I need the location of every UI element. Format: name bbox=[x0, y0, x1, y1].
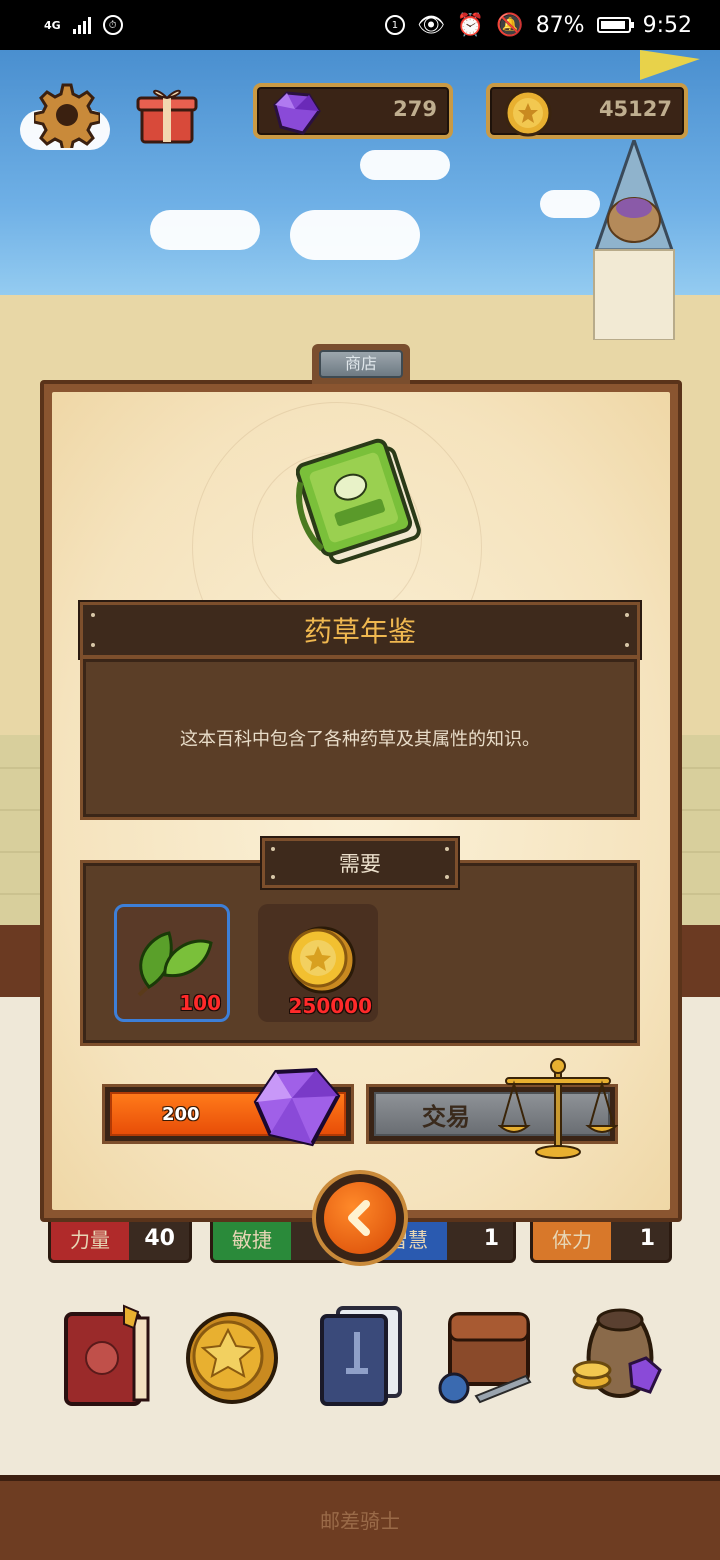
stat-value: 1 bbox=[639, 1226, 655, 1251]
back-button[interactable] bbox=[312, 1170, 408, 1266]
rivet bbox=[625, 643, 629, 647]
rivet bbox=[91, 613, 95, 617]
battery-percent: 87% bbox=[535, 12, 585, 38]
purple-gem-icon bbox=[273, 91, 321, 135]
item-description-box: 这本百科中包含了各种药草及其属性的知识。 bbox=[80, 656, 640, 820]
clock: 9:52 bbox=[642, 12, 692, 38]
coin-amount: 45127 bbox=[598, 97, 672, 121]
cloud bbox=[360, 150, 450, 180]
treasure-bag-icon bbox=[572, 1308, 662, 1399]
game-title: 邮差骑士 bbox=[320, 1509, 400, 1533]
requirement-quantity: 250000 bbox=[288, 994, 373, 1018]
settings-gear-icon[interactable] bbox=[32, 80, 102, 150]
requirement-gold[interactable]: 250000 bbox=[258, 904, 378, 1022]
requirement-herb[interactable]: 100 bbox=[114, 904, 230, 1022]
red-book-icon bbox=[64, 1304, 150, 1406]
gem-price: 200 bbox=[162, 1103, 200, 1125]
item-name: 药草年鉴 bbox=[303, 615, 416, 648]
cloud bbox=[290, 210, 420, 260]
alarm-icon: ⏰ bbox=[456, 12, 485, 38]
gem-amount: 279 bbox=[393, 97, 437, 121]
battery-icon bbox=[596, 17, 634, 33]
nav-inventory[interactable] bbox=[436, 1300, 536, 1410]
scales-icon bbox=[497, 1056, 619, 1160]
eye-comfort-icon: 👁 bbox=[416, 12, 445, 38]
back-button-core bbox=[324, 1182, 396, 1254]
trade-label: 交易 bbox=[422, 1102, 470, 1131]
nav-achievements[interactable] bbox=[182, 1300, 282, 1410]
rivet bbox=[91, 643, 95, 647]
rivet bbox=[271, 875, 275, 879]
rivet bbox=[445, 847, 449, 851]
gold-coin-icon bbox=[288, 926, 356, 994]
stat-label: 力量 bbox=[51, 1216, 129, 1260]
tab-shop-label: 商店 bbox=[319, 350, 403, 378]
stat-label: 敏捷 bbox=[213, 1216, 291, 1260]
data-saver-icon: 1 bbox=[384, 15, 405, 35]
stat-value: 40 bbox=[144, 1226, 175, 1251]
timer-icon: ⏱ bbox=[102, 15, 123, 35]
purple-gem-icon bbox=[246, 1062, 342, 1152]
requirement-quantity: 100 bbox=[179, 991, 221, 1015]
network-type: 4G bbox=[44, 18, 61, 32]
nav-journal-book[interactable] bbox=[58, 1300, 158, 1410]
card-deck-icon bbox=[320, 1306, 402, 1406]
tab-shop[interactable]: 商店 bbox=[312, 344, 410, 384]
mute-icon: 🔕 bbox=[496, 12, 524, 38]
rivet bbox=[625, 613, 629, 617]
stat-label: 体力 bbox=[533, 1216, 611, 1260]
nav-treasure[interactable] bbox=[570, 1300, 670, 1410]
gift-icon[interactable] bbox=[132, 80, 202, 150]
leaf-icon bbox=[137, 931, 213, 997]
gold-coin-icon bbox=[504, 89, 552, 137]
status-bar: 4G ⏱ 1 👁 ⏰ 🔕 87% 9:52 bbox=[0, 0, 720, 50]
cloud bbox=[150, 210, 260, 250]
tower bbox=[586, 135, 682, 341]
herb-book-icon bbox=[295, 434, 430, 572]
star-coin-icon bbox=[186, 1312, 278, 1404]
nav-cards[interactable] bbox=[312, 1300, 412, 1410]
item-description: 这本百科中包含了各种药草及其属性的知识。 bbox=[180, 729, 540, 750]
requirements-header: 需要 bbox=[262, 838, 458, 888]
signal-icon bbox=[72, 16, 91, 34]
requirements-label: 需要 bbox=[339, 852, 381, 876]
coin-counter: 45127 bbox=[486, 83, 688, 139]
backpack-icon bbox=[438, 1312, 532, 1404]
stat-value: 1 bbox=[483, 1226, 499, 1251]
rivet bbox=[271, 847, 275, 851]
item-name-bar: 药草年鉴 bbox=[80, 602, 640, 658]
rivet bbox=[445, 875, 449, 879]
chevron-left-icon bbox=[348, 1200, 370, 1236]
gem-counter: 279 bbox=[253, 83, 453, 139]
